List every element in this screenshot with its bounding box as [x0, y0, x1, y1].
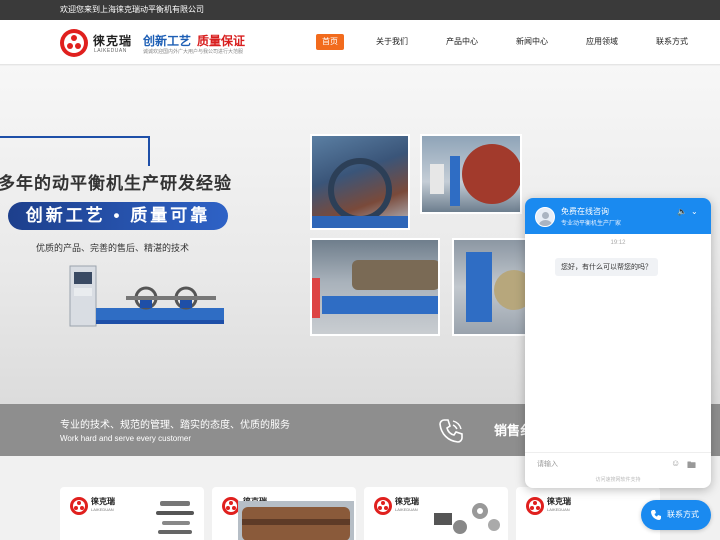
- banner-headline: 多年的动平衡机生产研发经验: [0, 174, 232, 193]
- nav-applications[interactable]: 应用领域: [580, 34, 624, 50]
- product-card[interactable]: 徕克瑞 LAIKEDUAN: [516, 487, 660, 540]
- banner-frame-right: [148, 136, 150, 166]
- slogan-red: 质量保证: [197, 34, 246, 48]
- contact-button-label: 联系方式: [667, 510, 699, 519]
- chat-input[interactable]: 请输入: [537, 459, 558, 469]
- balancing-machine-image: [69, 265, 224, 327]
- card-logo-name: 徕克瑞: [395, 497, 419, 506]
- service-slogan-english: Work hard and serve every customer: [60, 434, 192, 443]
- chat-messages: 19:12 您好，有什么可以帮您的吗？: [525, 234, 711, 450]
- phone-icon: [651, 510, 661, 520]
- welcome-bar: 欢迎您来到上海徕克瑞动平衡机有限公司: [0, 0, 720, 20]
- chat-header[interactable]: 免费在线咨询 专业动平衡机生产厂家 🔈 ⌄: [525, 198, 711, 234]
- card-logo-icon: [526, 497, 544, 515]
- slogan-blue: 创新工艺: [143, 34, 192, 48]
- card-logo-icon: [70, 497, 88, 515]
- agent-avatar: [535, 207, 555, 227]
- logo-name[interactable]: 徕克瑞: [93, 32, 132, 49]
- welcome-text: 欢迎您来到上海徕克瑞动平衡机有限公司: [60, 5, 204, 14]
- folder-icon[interactable]: 🖿: [687, 458, 696, 474]
- logo-english: LAIKEDUAN: [94, 48, 127, 54]
- banner-photo-3: [310, 238, 440, 336]
- chevron-down-icon[interactable]: ⌄: [691, 207, 698, 216]
- card-logo-name: 徕克瑞: [91, 497, 115, 506]
- banner-photo-4: [452, 238, 532, 336]
- emoji-icon[interactable]: ☺: [671, 458, 680, 468]
- phone-icon: [439, 419, 463, 443]
- product-card[interactable]: 徕克瑞 LAIKEDUAN: [212, 487, 356, 540]
- chat-message: 您好，有什么可以帮您的吗？: [555, 258, 658, 276]
- nav-news[interactable]: 新闻中心: [510, 34, 554, 50]
- nav-contact[interactable]: 联系方式: [650, 34, 694, 50]
- product-card[interactable]: 徕克瑞 LAIKEDUAN: [60, 487, 204, 540]
- banner-pill: 创新工艺 • 质量可靠: [8, 202, 228, 230]
- banner-photo-2: [420, 134, 522, 214]
- card-logo-icon: [374, 497, 392, 515]
- card-logo-english: LAIKEDUAN: [91, 507, 114, 512]
- card-product-image: [156, 501, 194, 534]
- slogan-subtitle: 诚诚欢迎国内外广大用户与我公司进行大范服: [143, 49, 244, 55]
- slogan: 创新工艺 质量保证: [143, 32, 245, 49]
- nav-products[interactable]: 产品中心: [440, 34, 484, 50]
- chat-footer: 访问速搜网软件支持: [595, 477, 641, 483]
- card-logo-english: LAIKEDUAN: [547, 507, 570, 512]
- contact-button[interactable]: 联系方式: [641, 500, 711, 530]
- chat-subtitle: 专业动平衡机生产厂家: [561, 221, 622, 227]
- site-header: 徕克瑞 LAIKEDUAN 创新工艺 质量保证 诚诚欢迎国内外广大用户与我公司进行…: [0, 20, 720, 65]
- main-nav: 首页 关于我们 产品中心 新闻中心 应用领域 联系方式: [316, 34, 720, 50]
- service-slogan: 专业的技术、规范的管理、踏实的态度、优质的服务: [60, 420, 290, 431]
- card-product-image: [238, 501, 354, 540]
- chat-widget: 免费在线咨询 专业动平衡机生产厂家 🔈 ⌄ 19:12 您好，有什么可以帮您的吗…: [525, 198, 711, 488]
- card-logo-name: 徕克瑞: [547, 497, 571, 506]
- banner-subtext: 优质的产品、完善的售后、精湛的技术: [36, 243, 190, 253]
- card-product-image: [434, 503, 500, 534]
- sound-icon[interactable]: 🔈: [677, 207, 687, 216]
- card-logo-english: LAIKEDUAN: [395, 507, 418, 512]
- product-card[interactable]: 徕克瑞 LAIKEDUAN: [364, 487, 508, 540]
- chat-timestamp: 19:12: [610, 240, 626, 246]
- banner-photo-1: [310, 134, 410, 230]
- banner-frame-top: [0, 136, 150, 138]
- nav-home[interactable]: 首页: [316, 34, 344, 50]
- chat-title: 免费在线咨询: [561, 207, 609, 216]
- chat-input-area[interactable]: 请输入 ☺ 🖿: [525, 452, 711, 474]
- nav-about[interactable]: 关于我们: [370, 34, 414, 50]
- logo-icon[interactable]: [60, 29, 88, 57]
